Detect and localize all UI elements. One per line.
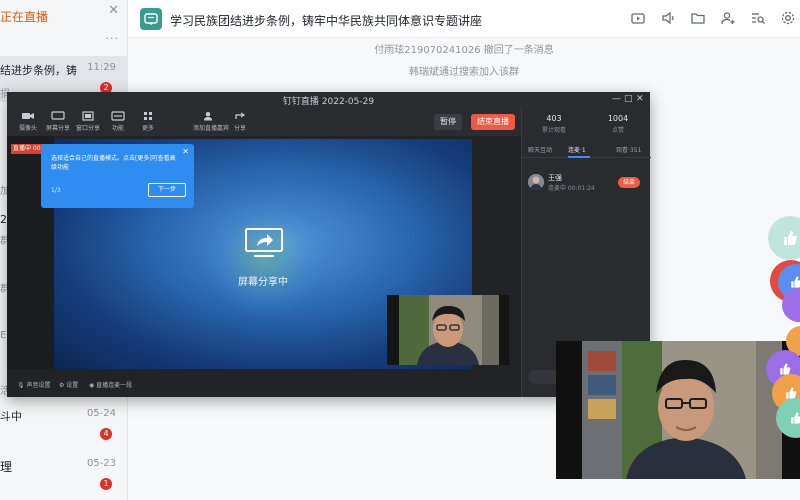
- guide-text: 选择适合自己的直播模式。点击[更多]可查看高级功能: [51, 155, 176, 171]
- add-member-icon[interactable]: [720, 10, 738, 28]
- settings-icon[interactable]: [780, 10, 798, 28]
- share-button[interactable]: 分享: [225, 111, 255, 135]
- co-host-name: 王强: [548, 174, 562, 182]
- live-banner-label: 正在直播: [0, 10, 49, 24]
- window-share-icon: [82, 111, 94, 121]
- camera-icon: [22, 113, 34, 119]
- toolbar-label: 功能: [111, 125, 124, 132]
- conversation-title: 理: [0, 460, 13, 474]
- pause-button[interactable]: 暂停: [434, 114, 462, 130]
- add-guest-button[interactable]: 添加直播嘉宾: [193, 111, 230, 135]
- screen-share-icon: [245, 228, 283, 257]
- group-title: 学习民族团结进步条例，铸牢中华民族共同体意识专题讲座: [170, 14, 483, 28]
- unread-badge: 4: [100, 428, 112, 440]
- audio-settings-button[interactable]: 🎙 声音设置: [17, 380, 51, 389]
- co-host-button[interactable]: ◉ 直播连麦一段: [89, 380, 132, 389]
- group-avatar-icon[interactable]: [140, 8, 162, 30]
- function-button[interactable]: 功能: [103, 111, 133, 135]
- toolbar-label: 分享: [233, 125, 246, 132]
- unread-badge: 1: [100, 478, 112, 490]
- more-button[interactable]: 更多: [133, 111, 163, 135]
- maximize-icon[interactable]: □: [624, 94, 633, 104]
- settings-label: 设置: [66, 382, 79, 389]
- screen-share-icon: [51, 111, 65, 120]
- minimize-icon[interactable]: —: [612, 94, 621, 104]
- settings-button[interactable]: ⚙ 设置: [59, 380, 78, 389]
- desktop-wallpaper-logo: [204, 199, 324, 319]
- search-doc-icon[interactable]: [750, 10, 768, 28]
- toolbar-label: 窗口分享: [75, 125, 100, 132]
- folder-icon[interactable]: [690, 10, 708, 28]
- live-bottom-bar: 🎙 声音设置 ⚙ 设置 ◉ 直播连麦一段: [7, 373, 521, 397]
- live-stream-window: 钉钉直播 2022-05-29 — □ ✕ 摄像头 屏幕分享 窗口分享 功能 更…: [7, 92, 651, 397]
- video-icon[interactable]: [630, 10, 648, 28]
- conversation-fragment: E: [0, 330, 7, 341]
- conversation-title: 斗中: [0, 410, 22, 423]
- stat-likes: 1004 点赞: [586, 114, 650, 134]
- tab-co-host[interactable]: 连麦·1: [568, 145, 586, 154]
- stat-value: 403: [546, 114, 562, 123]
- conversation-time: 05-23: [86, 458, 116, 469]
- toolbar-label: 更多: [141, 125, 154, 132]
- conversation-item[interactable]: 理 05-23 1: [0, 452, 128, 498]
- tab-chat[interactable]: 聊天互动: [528, 145, 552, 154]
- stat-label: 点赞: [611, 127, 624, 134]
- conversation-item[interactable]: 斗中 05-24 4: [0, 402, 128, 448]
- chat-header: 学习民族团结进步条例，铸牢中华民族共同体意识专题讲座: [128, 0, 800, 38]
- co-host-row: 王强 连麦中 00:01:24 结束: [528, 172, 646, 194]
- share-icon: [235, 112, 246, 119]
- co-host-status: 连麦中 00:01:24: [548, 185, 595, 192]
- more-icon[interactable]: ···: [106, 32, 120, 45]
- tab-viewers[interactable]: 观看·351: [616, 145, 641, 154]
- guide-next-button[interactable]: 下一步: [148, 183, 186, 197]
- conversation-time: 11:29: [87, 62, 116, 73]
- toolbar-label: 屏幕分享: [45, 125, 70, 132]
- guide-tooltip: ✕ 选择适合自己的直播模式。点击[更多]可查看高级功能 1/3 下一步: [41, 144, 194, 208]
- function-icon: [111, 111, 125, 121]
- toolbar-label: 摄像头: [18, 125, 37, 132]
- live-window-title: 钉钉直播 2022-05-29: [282, 97, 375, 107]
- system-message: 付雨玹219070241026 撤回了一条消息: [374, 45, 554, 56]
- active-tab-indicator: [568, 156, 590, 158]
- camera-button[interactable]: 摄像头: [13, 111, 43, 135]
- system-message: 韩瑞斌通过搜索加入该群: [409, 67, 519, 78]
- avatar: [528, 174, 544, 190]
- more-grid-icon: [144, 112, 152, 120]
- stat-label: 累计观看: [541, 127, 566, 134]
- speaker-icon[interactable]: [660, 10, 678, 28]
- screen-sharing-text: 屏幕分享中: [238, 277, 288, 288]
- presenter-camera-large: [556, 341, 800, 479]
- presenter-camera-small: [387, 295, 509, 365]
- panel-tabs: 聊天互动 连麦·1 观看·351: [522, 142, 651, 158]
- conversation-fragment: 2: [0, 213, 7, 226]
- stat-views: 403 累计观看: [522, 114, 586, 134]
- co-host-label: 直播连麦一段: [96, 382, 133, 389]
- audio-settings-label: 声音设置: [26, 382, 51, 389]
- end-live-button[interactable]: 结束直播: [471, 114, 515, 130]
- toolbar-label: 添加直播嘉宾: [193, 125, 230, 132]
- close-window-icon[interactable]: ✕: [636, 94, 644, 104]
- conversation-time: 05-24: [86, 408, 116, 419]
- screen-share-button[interactable]: 屏幕分享: [43, 111, 73, 135]
- close-guide-icon[interactable]: ✕: [182, 147, 189, 156]
- add-guest-icon: [204, 112, 212, 121]
- window-share-button[interactable]: 窗口分享: [73, 111, 103, 135]
- conversation-title: 结进步条例，铸: [0, 64, 77, 77]
- live-window-titlebar[interactable]: 钉钉直播 2022-05-29 — □ ✕: [7, 92, 650, 108]
- guide-progress: 1/3: [51, 187, 61, 194]
- close-icon[interactable]: ✕: [108, 3, 119, 18]
- end-co-host-button[interactable]: 结束: [618, 177, 640, 188]
- stat-value: 1004: [607, 114, 629, 123]
